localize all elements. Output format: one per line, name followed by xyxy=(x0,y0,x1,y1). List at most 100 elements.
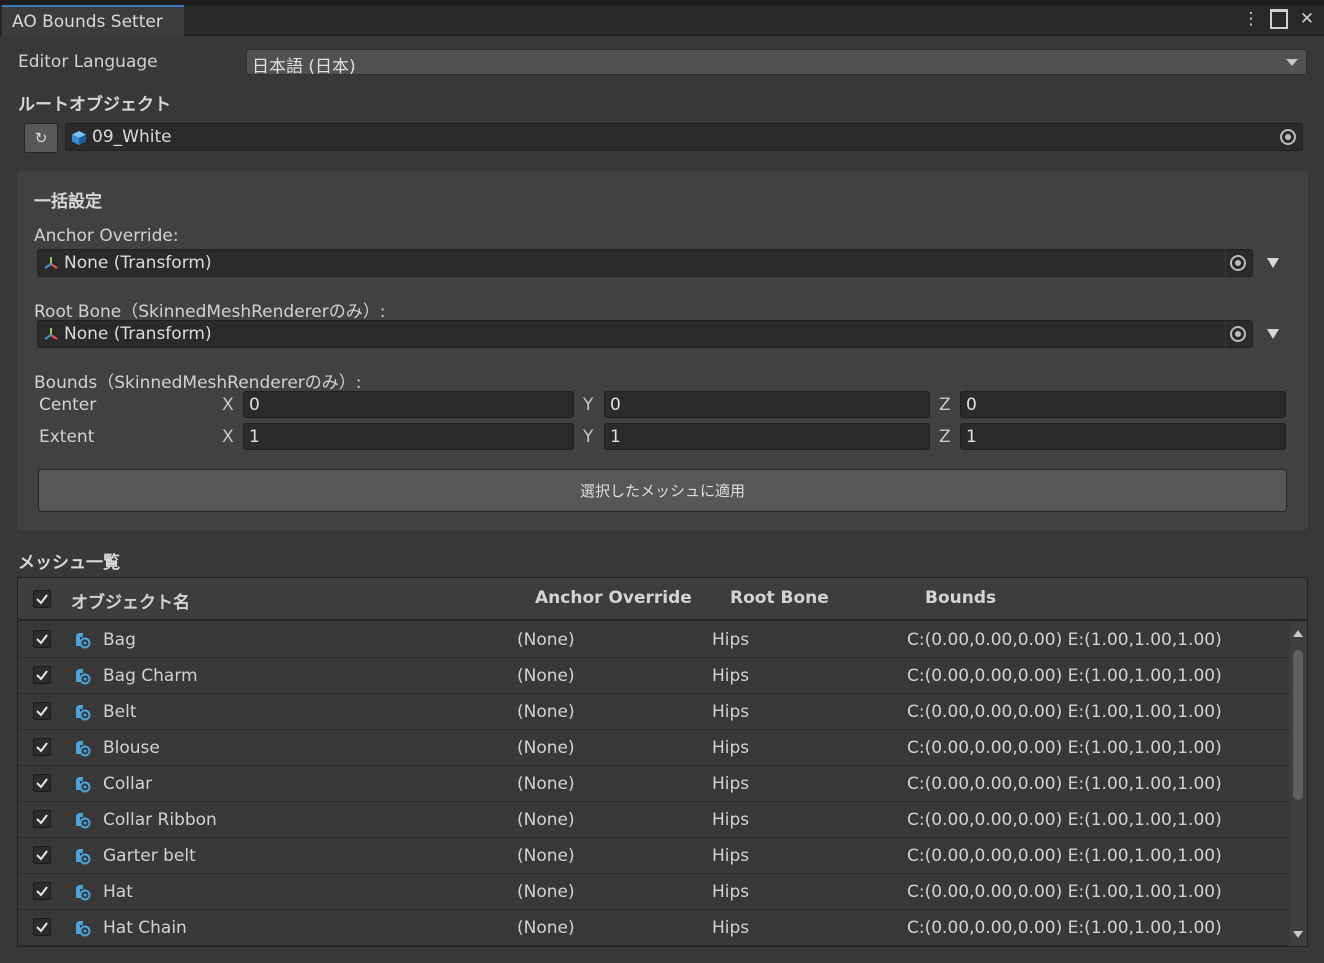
anchor-override-field[interactable]: None (Transform) xyxy=(37,249,1253,277)
table-row[interactable]: Hat (None) Hips C:(0.00,0.00,0.00) E:(1.00,… xyxy=(18,874,1289,910)
table-row[interactable]: Collar (None) Hips C:(0.00,0.00,0.00) E:(1.… xyxy=(18,766,1289,802)
skinned-mesh-icon xyxy=(76,669,91,685)
row-anchor-override: (None) xyxy=(517,666,575,686)
scroll-thumb[interactable] xyxy=(1293,650,1303,800)
row-select-checkbox[interactable] xyxy=(33,774,51,792)
chevron-down-icon xyxy=(1286,59,1298,66)
row-bounds: C:(0.00,0.00,0.00) E:(1.00,1.00,1.00) xyxy=(907,630,1222,650)
row-select-checkbox[interactable] xyxy=(33,918,51,936)
checkmark-icon xyxy=(36,850,48,861)
scroll-down-icon[interactable] xyxy=(1293,931,1303,938)
bounds-label: Bounds（SkinnedMeshRendererのみ）: xyxy=(34,373,362,393)
checkmark-icon xyxy=(36,634,48,645)
anchor-override-value: None (Transform) xyxy=(64,253,212,273)
window-controls: ⋮ ✕ xyxy=(1242,9,1316,29)
table-row[interactable]: Garter belt (None) Hips C:(0.00,0.00,0.00) … xyxy=(18,838,1289,874)
row-select-checkbox[interactable] xyxy=(33,738,51,756)
row-anchor-override: (None) xyxy=(517,918,575,938)
row-root-bone: Hips xyxy=(712,666,750,686)
center-y-field[interactable]: 0 xyxy=(604,391,930,418)
root-object-label: ルートオブジェクト xyxy=(18,95,171,115)
editor-language-value: 日本語 (日本) xyxy=(252,57,356,77)
extent-y-axis-label: Y xyxy=(583,427,594,447)
center-x-axis-label: X xyxy=(222,395,234,415)
skinned-mesh-icon xyxy=(76,921,91,937)
skinned-mesh-icon xyxy=(76,705,91,721)
checkmark-icon xyxy=(36,778,48,789)
row-select-checkbox[interactable] xyxy=(33,630,51,648)
row-object-name: Collar Ribbon xyxy=(103,810,217,830)
table-row[interactable]: Collar Ribbon (None) Hips C:(0.00,0.00,0.00… xyxy=(18,802,1289,838)
row-object-name: Blouse xyxy=(103,738,160,758)
refresh-button[interactable]: ↻ xyxy=(24,123,58,153)
checkmark-icon xyxy=(36,814,48,825)
center-y-axis-label: Y xyxy=(583,395,594,415)
row-select-checkbox[interactable] xyxy=(33,666,51,684)
table-row[interactable]: Bag Charm (None) Hips C:(0.00,0.00,0.00) E:… xyxy=(18,658,1289,694)
select-all-checkbox[interactable] xyxy=(33,590,51,608)
apply-to-selected-button[interactable]: 選択したメッシュに適用 xyxy=(38,469,1287,512)
row-bounds: C:(0.00,0.00,0.00) E:(1.00,1.00,1.00) xyxy=(907,774,1222,794)
skinned-mesh-icon xyxy=(76,777,91,793)
root-object-value: 09_White xyxy=(92,127,172,147)
root-bone-field[interactable]: None (Transform) xyxy=(37,320,1253,348)
column-header-name[interactable]: オブジェクト名 xyxy=(71,588,190,613)
skinned-mesh-icon xyxy=(76,849,91,865)
row-root-bone: Hips xyxy=(712,774,750,794)
object-picker-icon[interactable] xyxy=(1230,326,1246,342)
row-root-bone: Hips xyxy=(712,882,750,902)
row-select-checkbox[interactable] xyxy=(33,882,51,900)
row-root-bone: Hips xyxy=(712,630,750,650)
row-root-bone: Hips xyxy=(712,918,750,938)
vertical-scrollbar[interactable] xyxy=(1289,622,1307,946)
table-row[interactable]: Bag (None) Hips C:(0.00,0.00,0.00) E:(1.00,… xyxy=(18,622,1289,658)
object-picker-icon[interactable] xyxy=(1230,255,1246,271)
row-bounds: C:(0.00,0.00,0.00) E:(1.00,1.00,1.00) xyxy=(907,702,1222,722)
row-object-name: Belt xyxy=(103,702,137,722)
row-object-name: Bag Charm xyxy=(103,666,198,686)
extent-z-field[interactable]: 1 xyxy=(960,423,1286,450)
editor-language-label: Editor Language xyxy=(18,52,158,72)
row-select-checkbox[interactable] xyxy=(33,810,51,828)
center-x-field[interactable]: 0 xyxy=(243,391,574,418)
editor-language-dropdown[interactable]: 日本語 (日本) xyxy=(246,49,1307,77)
row-object-name: Hat Chain xyxy=(103,918,187,938)
row-bounds: C:(0.00,0.00,0.00) E:(1.00,1.00,1.00) xyxy=(907,882,1222,902)
column-header-rootbone[interactable]: Root Bone xyxy=(730,588,829,608)
row-select-checkbox[interactable] xyxy=(33,702,51,720)
tab-bar: AO Bounds Setter ⋮ ✕ xyxy=(0,5,1324,36)
checkmark-icon xyxy=(36,594,48,605)
close-icon[interactable]: ✕ xyxy=(1298,9,1316,29)
row-object-name: Collar xyxy=(103,774,153,794)
scroll-up-icon[interactable] xyxy=(1293,630,1303,637)
column-header-anchor[interactable]: Anchor Override xyxy=(535,588,692,608)
table-row[interactable]: Hat Chain (None) Hips C:(0.00,0.00,0.00) E:… xyxy=(18,910,1289,946)
root-bone-menu-icon[interactable] xyxy=(1267,329,1279,339)
skinned-mesh-icon xyxy=(76,885,91,901)
center-z-axis-label: Z xyxy=(939,395,951,415)
table-row[interactable]: Belt (None) Hips C:(0.00,0.00,0.00) E:(1.00… xyxy=(18,694,1289,730)
maximize-icon[interactable] xyxy=(1270,9,1288,29)
row-root-bone: Hips xyxy=(712,846,750,866)
anchor-override-menu-icon[interactable] xyxy=(1267,258,1279,268)
extent-x-field[interactable]: 1 xyxy=(243,423,574,450)
table-row[interactable]: Blouse (None) Hips C:(0.00,0.00,0.00) E:(1.… xyxy=(18,730,1289,766)
kebab-menu-icon[interactable]: ⋮ xyxy=(1242,9,1260,29)
root-bone-value: None (Transform) xyxy=(64,324,212,344)
center-z-field[interactable]: 0 xyxy=(960,391,1286,418)
row-bounds: C:(0.00,0.00,0.00) E:(1.00,1.00,1.00) xyxy=(907,810,1222,830)
tab-ao-bounds-setter[interactable]: AO Bounds Setter xyxy=(2,5,184,36)
object-picker-icon[interactable] xyxy=(1280,129,1296,145)
row-bounds: C:(0.00,0.00,0.00) E:(1.00,1.00,1.00) xyxy=(907,918,1222,938)
transform-icon xyxy=(44,328,58,340)
extent-x-axis-label: X xyxy=(222,427,234,447)
row-select-checkbox[interactable] xyxy=(33,846,51,864)
extent-y-field[interactable]: 1 xyxy=(604,423,930,450)
checkmark-icon xyxy=(36,670,48,681)
refresh-icon: ↻ xyxy=(34,129,48,147)
row-object-name: Hat xyxy=(103,882,133,902)
column-header-bounds[interactable]: Bounds xyxy=(925,588,996,608)
root-object-field[interactable]: 09_White xyxy=(65,123,1303,151)
row-root-bone: Hips xyxy=(712,702,750,722)
row-root-bone: Hips xyxy=(712,738,750,758)
